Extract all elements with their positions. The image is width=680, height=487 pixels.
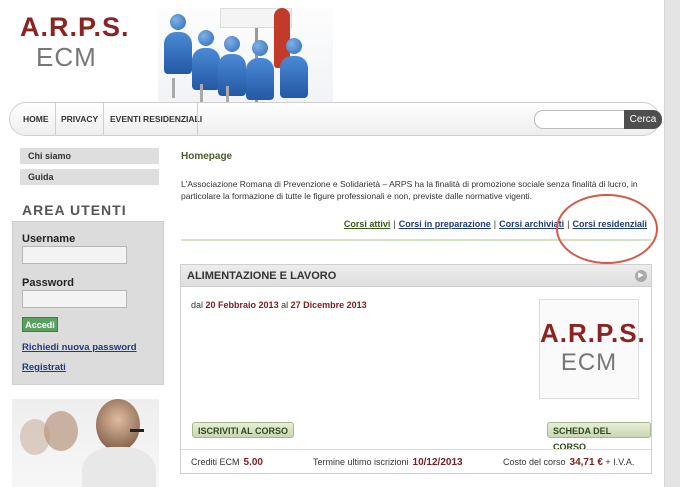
nav-eventi-residenziali[interactable]: EVENTI RESIDENZIALI	[110, 103, 202, 135]
course-details-button[interactable]: SCHEDA DEL CORSO	[547, 422, 651, 452]
support-operator-image	[12, 399, 159, 487]
forgot-password-link[interactable]: Richiedi nuova password	[22, 342, 137, 353]
course-card: ALIMENTAZIONE E LAVORO ▶ dal 20 Febbraio…	[180, 264, 652, 474]
username-label: Username	[22, 233, 76, 245]
tab-corsi-archiviati[interactable]: Corsi archiviati	[499, 219, 564, 229]
header-image	[158, 8, 333, 103]
course-logo: A.R.P.S. ECM	[539, 299, 645, 399]
logo-line2: ECM	[36, 42, 97, 72]
headset-icon	[130, 429, 144, 432]
password-label: Password	[22, 277, 74, 289]
nav-privacy[interactable]: PRIVACY	[61, 103, 98, 135]
date-from: 20 Febbraio 2013	[205, 300, 279, 310]
annotation-circle	[556, 194, 658, 264]
audience-figure	[164, 14, 192, 74]
course-title[interactable]: ALIMENTAZIONE E LAVORO	[187, 265, 336, 287]
audience-figure	[192, 30, 220, 90]
page-title: Homepage	[181, 151, 233, 162]
deadline-value: 10/12/2013	[412, 457, 463, 468]
course-dates: dal 20 Febbraio 2013 al 27 Dicembre 2013	[191, 300, 367, 310]
course-info-row: Crediti ECM 5.00 Termine ultimo iscrizion…	[181, 449, 651, 473]
login-button[interactable]: Accedi	[22, 317, 58, 332]
logo-line1: A.R.P.S.	[20, 12, 130, 42]
user-area-title: AREA UTENTI	[22, 202, 127, 218]
password-field[interactable]	[22, 290, 127, 308]
register-link[interactable]: Registrati	[22, 362, 66, 373]
cost-value: 34,71 €	[569, 457, 603, 468]
course-header: ALIMENTAZIONE E LAVORO ▶	[181, 265, 651, 287]
search-button[interactable]: Cerca	[624, 110, 662, 129]
cost-info: Costo del corso 34,71 € + I.V.A.	[503, 457, 635, 468]
site-logo[interactable]: A.R.P.S. ECM	[20, 12, 130, 72]
main-navigation: HOME PRIVACY EVENTI RESIDENZIALI Cerca	[9, 102, 662, 136]
date-to: 27 Dicembre 2013	[290, 300, 367, 310]
search-input[interactable]	[534, 110, 624, 129]
audience-figure	[218, 36, 246, 96]
sidebar-item-guida[interactable]: Guida	[20, 169, 159, 185]
audience-figure	[246, 40, 274, 100]
chevron-right-icon[interactable]: ▶	[635, 270, 647, 282]
operator-face	[96, 399, 140, 451]
scrollbar-track[interactable]	[664, 0, 680, 487]
audience-figure	[280, 38, 308, 98]
deadline-info: Termine ultimo iscrizioni 10/12/2013	[313, 457, 463, 468]
credits-value: 5.00	[243, 457, 263, 468]
credits-info: Crediti ECM 5.00	[191, 457, 263, 468]
username-field[interactable]	[22, 246, 127, 264]
enroll-button[interactable]: ISCRIVITI AL CORSO	[192, 422, 295, 438]
tab-corsi-attivi[interactable]: Corsi attivi	[344, 219, 391, 229]
tab-corsi-in-preparazione[interactable]: Corsi in preparazione	[399, 219, 491, 229]
sidebar-item-chi-siamo[interactable]: Chi siamo	[20, 148, 159, 164]
nav-home[interactable]: HOME	[23, 103, 49, 135]
